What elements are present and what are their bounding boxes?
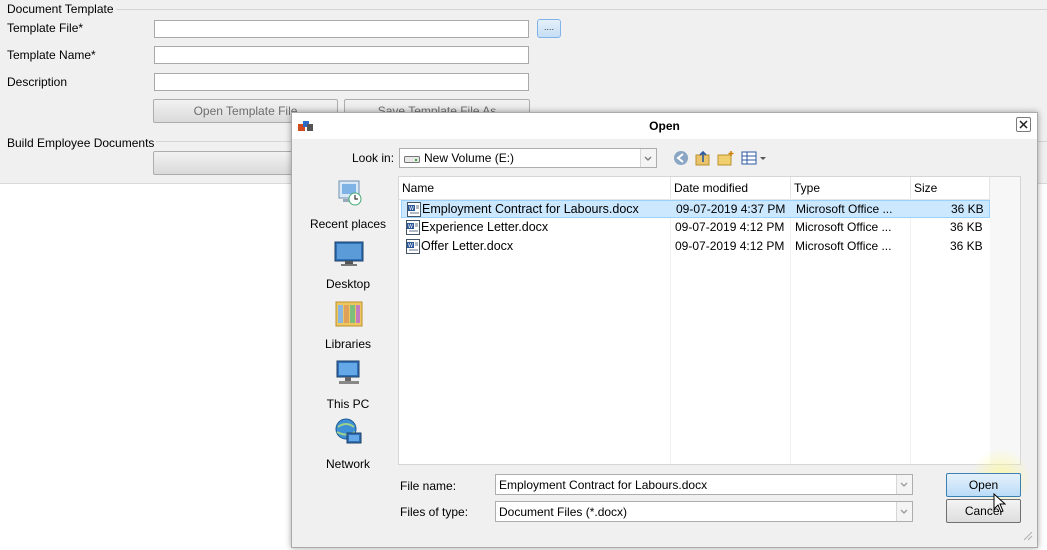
file-name: Experience Letter.docx (421, 220, 549, 234)
build-documents-button[interactable] (153, 151, 293, 175)
place-network[interactable]: Network (300, 417, 396, 477)
svg-text:W: W (408, 243, 413, 249)
file-row[interactable]: W Experience Letter.docx 09-07-2019 4:12… (401, 219, 990, 237)
chevron-down-icon[interactable] (640, 149, 656, 167)
place-this-pc[interactable]: This PC (300, 357, 396, 417)
up-folder-icon[interactable] (694, 150, 712, 166)
group-divider (110, 9, 1047, 10)
file-type: Microsoft Office ... (795, 220, 892, 234)
recent-places-icon (338, 180, 362, 206)
look-in-label: Look in: (352, 151, 395, 165)
file-name-value: Employment Contract for Labours.docx (499, 478, 708, 492)
places-bar: Recent places Desktop Libraries This PC … (300, 175, 396, 475)
file-size: 36 KB (950, 220, 983, 234)
cancel-button[interactable]: Cancel (946, 499, 1021, 523)
description-label: Description (7, 75, 68, 89)
template-file-input[interactable] (154, 20, 529, 38)
look-in-combo[interactable]: New Volume (E:) (399, 148, 657, 168)
file-type: Microsoft Office ... (795, 239, 892, 253)
group-title-document-template: Document Template (5, 2, 116, 16)
chevron-down-icon[interactable] (896, 475, 912, 494)
list-empty-area (990, 177, 1020, 464)
place-label: Network (325, 457, 370, 471)
file-size: 36 KB (951, 202, 984, 216)
file-name-combo[interactable]: Employment Contract for Labours.docx (495, 474, 913, 495)
browse-button[interactable]: .... (537, 19, 561, 38)
file-name: Offer Letter.docx (421, 239, 514, 253)
file-date: 09-07-2019 4:12 PM (675, 239, 785, 253)
network-icon (335, 418, 362, 444)
file-date: 09-07-2019 4:12 PM (675, 220, 785, 234)
file-list[interactable]: Name Date modified Type Size W Employmen… (398, 176, 1021, 465)
resize-grip-icon[interactable] (1021, 529, 1033, 541)
column-header-type[interactable]: Type (791, 177, 911, 199)
this-pc-icon (336, 360, 360, 384)
file-row[interactable]: W Employment Contract for Labours.docx 0… (401, 200, 990, 218)
column-header-name[interactable]: Name (399, 177, 671, 199)
word-document-icon: W (406, 239, 420, 254)
new-folder-icon[interactable] (717, 150, 735, 166)
view-menu-icon[interactable] (741, 150, 769, 166)
place-label: Recent places (309, 217, 387, 231)
place-label: This PC (326, 397, 370, 411)
look-in-value: New Volume (E:) (424, 151, 515, 165)
file-name-label: File name: (400, 479, 457, 493)
files-of-type-label: Files of type: (400, 505, 469, 519)
file-type: Microsoft Office ... (796, 202, 893, 216)
dialog-title: Open (649, 119, 680, 133)
dialog-titlebar: Open (292, 113, 1037, 139)
file-list-header: Name Date modified Type Size (399, 177, 990, 200)
files-of-type-value: Document Files (*.docx) (499, 505, 628, 519)
svg-text:W: W (408, 224, 413, 230)
libraries-icon (335, 301, 363, 327)
files-of-type-combo[interactable]: Document Files (*.docx) (495, 501, 913, 522)
place-libraries[interactable]: Libraries (300, 297, 396, 357)
desktop-icon (334, 241, 364, 266)
place-recent-places[interactable]: Recent places (300, 177, 396, 237)
column-header-date-modified[interactable]: Date modified (671, 177, 791, 199)
word-document-icon: W (407, 202, 421, 217)
file-size: 36 KB (950, 239, 983, 253)
column-header-size[interactable]: Size (911, 177, 990, 199)
mouse-cursor-icon (993, 493, 1007, 513)
template-name-input[interactable] (154, 46, 529, 64)
place-label: Desktop (325, 277, 371, 291)
group-title-build-employee-documents: Build Employee Documents (5, 136, 157, 150)
file-row[interactable]: W Offer Letter.docx 09-07-2019 4:12 PM M… (401, 238, 990, 256)
open-file-dialog: Open Look in: New Volume (E:) Recent pla… (291, 112, 1038, 548)
close-button[interactable] (1016, 117, 1031, 132)
file-date: 09-07-2019 4:37 PM (676, 202, 786, 216)
template-name-label: Template Name* (7, 48, 96, 62)
open-button[interactable]: Open (946, 473, 1021, 497)
close-icon (1019, 120, 1028, 129)
place-label: Libraries (324, 337, 372, 351)
place-desktop[interactable]: Desktop (300, 237, 396, 297)
template-file-label: Template File* (7, 21, 84, 35)
drive-icon (404, 156, 420, 163)
description-input[interactable] (154, 73, 529, 91)
file-name: Employment Contract for Labours.docx (422, 202, 639, 216)
svg-text:W: W (409, 206, 414, 212)
chevron-down-icon[interactable] (896, 502, 912, 521)
word-document-icon: W (406, 220, 420, 235)
back-icon[interactable] (672, 150, 690, 166)
